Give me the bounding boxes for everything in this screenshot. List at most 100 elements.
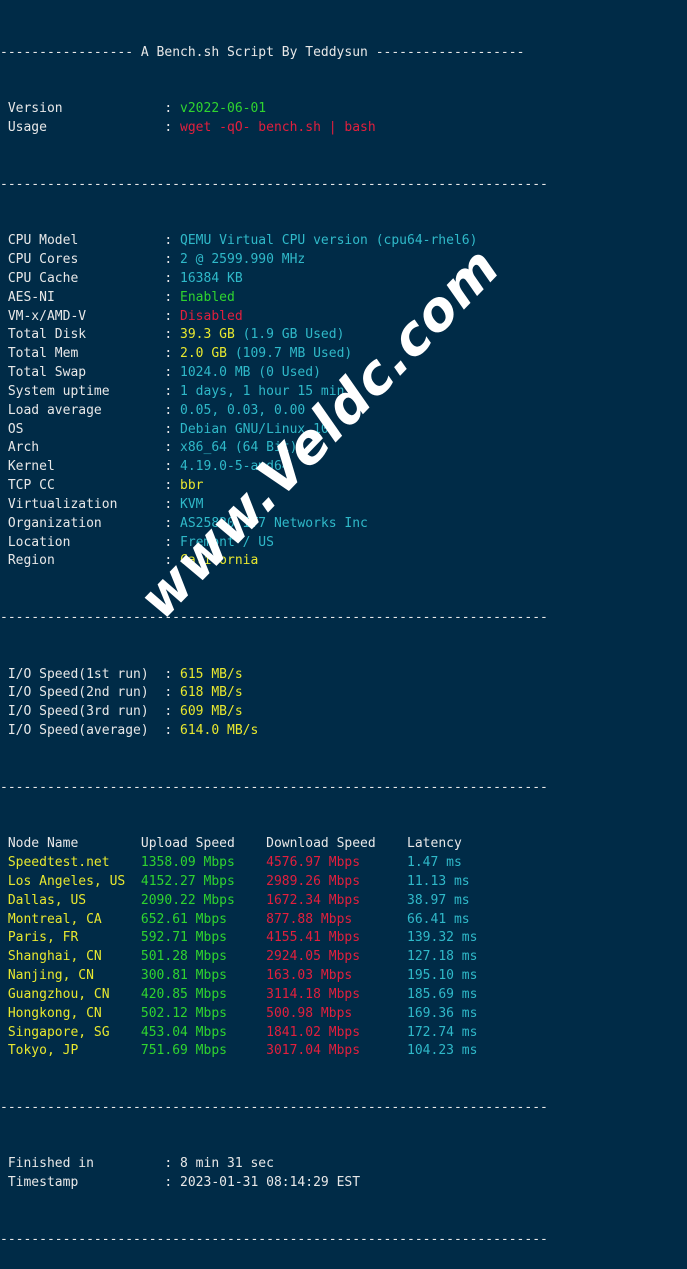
info-label: Load average (0, 402, 165, 418)
latency: 185.69 ms (407, 986, 478, 1002)
upload-speed: 420.85 Mbps (140, 986, 267, 1002)
column-header: Latency (407, 836, 501, 852)
info-label: Region (0, 553, 165, 569)
system-row-7: Total Swap : 1024.0 MB (0 Used) (0, 364, 687, 383)
info-label: Version (0, 101, 165, 117)
node-name: Nanjing, CN (0, 968, 141, 984)
info-colon: : (164, 346, 181, 362)
download-speed: 877.88 Mbps (266, 911, 408, 927)
info-label: Usage (0, 120, 165, 136)
upload-speed: 1358.09 Mbps (140, 854, 267, 870)
info-value: 0.05, 0.03, 0.00 (180, 402, 306, 418)
system-row-17: Region : California (0, 552, 687, 571)
info-colon: : (164, 120, 181, 136)
divider-3: ----------------------------------------… (0, 779, 548, 795)
info-value: 8 min 31 sec (180, 1156, 274, 1172)
info-colon: : (164, 308, 181, 324)
info-label: Total Swap (0, 365, 165, 381)
info-label: OS (0, 421, 165, 437)
upload-speed: 453.04 Mbps (140, 1024, 267, 1040)
info-colon: : (164, 365, 181, 381)
info-value: 614.0 MB/s (180, 723, 259, 739)
info-colon: : (164, 534, 181, 550)
node-name: Singapore, SG (0, 1024, 141, 1040)
table-row: Los Angeles, US 4152.27 Mbps 2989.26 Mbp… (0, 873, 687, 892)
info-value: 615 MB/s (180, 666, 243, 682)
table-row: Paris, FR 592.71 Mbps 4155.41 Mbps 139.3… (0, 929, 687, 948)
info-colon: : (164, 666, 181, 682)
info-value: x86_64 (64 Bit) (180, 440, 298, 456)
system-row-13: TCP CC : bbr (0, 477, 687, 496)
info-colon: : (164, 327, 181, 343)
info-value: Debian GNU/Linux 10 (180, 421, 329, 437)
system-row-6: Total Mem : 2.0 GB (109.7 MB Used) (0, 345, 687, 364)
download-speed: 3017.04 Mbps (266, 1043, 408, 1059)
info-value: Enabled (180, 289, 235, 305)
node-name: Dallas, US (0, 892, 141, 908)
info-value: California (180, 553, 259, 569)
latency: 66.41 ms (407, 911, 470, 927)
info-colon: : (164, 251, 181, 267)
info-colon: : (164, 685, 181, 701)
info-label: Location (0, 534, 165, 550)
latency: 127.18 ms (407, 949, 478, 965)
node-name: Speedtest.net (0, 854, 141, 870)
info-row-1: Usage : wget -qO- bench.sh | bash (0, 119, 687, 138)
info-label: I/O Speed(average) (0, 723, 165, 739)
system-row-8: System uptime : 1 days, 1 hour 15 min (0, 383, 687, 402)
info-label: Total Mem (0, 346, 165, 362)
download-speed: 2924.05 Mbps (266, 949, 408, 965)
info-label: Organization (0, 515, 165, 531)
info-label: Kernel (0, 459, 165, 475)
info-colon: : (164, 440, 181, 456)
table-row: Guangzhou, CN 420.85 Mbps 3114.18 Mbps 1… (0, 986, 687, 1005)
latency: 195.10 ms (407, 968, 478, 984)
info-label: I/O Speed(3rd run) (0, 704, 165, 720)
system-row-15: Organization : AS25820 IT7 Networks Inc (0, 515, 687, 534)
node-name: Shanghai, CN (0, 949, 141, 965)
title-dashes-right: ------------------- (367, 44, 525, 60)
column-header: Node Name (0, 836, 141, 852)
title-dashes-left: ----------------- (0, 44, 141, 60)
info-colon: : (164, 515, 181, 531)
upload-speed: 4152.27 Mbps (140, 873, 267, 889)
upload-speed: 592.71 Mbps (140, 930, 267, 946)
info-value: 609 MB/s (180, 704, 243, 720)
system-row-3: AES-NI : Enabled (0, 289, 687, 308)
table-row: Tokyo, JP 751.69 Mbps 3017.04 Mbps 104.2… (0, 1042, 687, 1061)
table-row: Speedtest.net 1358.09 Mbps 4576.97 Mbps … (0, 854, 687, 873)
info-label: Virtualization (0, 496, 165, 512)
info-value: wget -qO- bench.sh | bash (180, 120, 376, 136)
info-value: 2023-01-31 08:14:29 EST (180, 1175, 361, 1191)
info-label: CPU Cores (0, 251, 165, 267)
info-label: Total Disk (0, 327, 165, 343)
info-value: bbr (180, 478, 204, 494)
system-row-5: Total Disk : 39.3 GB (1.9 GB Used) (0, 326, 687, 345)
info-value: 2 @ 2599.990 MHz (180, 251, 306, 267)
info-row-0: Version : v2022-06-01 (0, 100, 687, 119)
system-info-block: CPU Model : QEMU Virtual CPU version (cp… (0, 232, 687, 571)
info-colon: : (164, 289, 181, 305)
info-colon: : (164, 723, 181, 739)
info-label: TCP CC (0, 478, 165, 494)
info-label: I/O Speed(1st run) (0, 666, 165, 682)
info-label: VM-x/AMD-V (0, 308, 165, 324)
footer-block: Finished in : 8 min 31 sec Timestamp : 2… (0, 1155, 687, 1193)
latency: 104.23 ms (407, 1043, 478, 1059)
download-speed: 3114.18 Mbps (266, 986, 408, 1002)
info-label: CPU Cache (0, 270, 165, 286)
info-colon: : (164, 421, 181, 437)
system-row-2: CPU Cache : 16384 KB (0, 270, 687, 289)
info-label: Finished in (0, 1156, 165, 1172)
io-row-1: I/O Speed(2nd run) : 618 MB/s (0, 684, 687, 703)
divider-5: ----------------------------------------… (0, 1231, 548, 1247)
info-value: 618 MB/s (180, 685, 243, 701)
speedtest-table: Node Name Upload Speed Download Speed La… (0, 835, 687, 1061)
divider-2: ----------------------------------------… (0, 610, 548, 625)
download-speed: 4155.41 Mbps (266, 930, 408, 946)
latency: 139.32 ms (407, 930, 478, 946)
info-value: 39.3 GB (180, 327, 235, 343)
system-row-10: OS : Debian GNU/Linux 10 (0, 421, 687, 440)
system-row-11: Arch : x86_64 (64 Bit) (0, 439, 687, 458)
footer-row-0: Finished in : 8 min 31 sec (0, 1155, 687, 1174)
